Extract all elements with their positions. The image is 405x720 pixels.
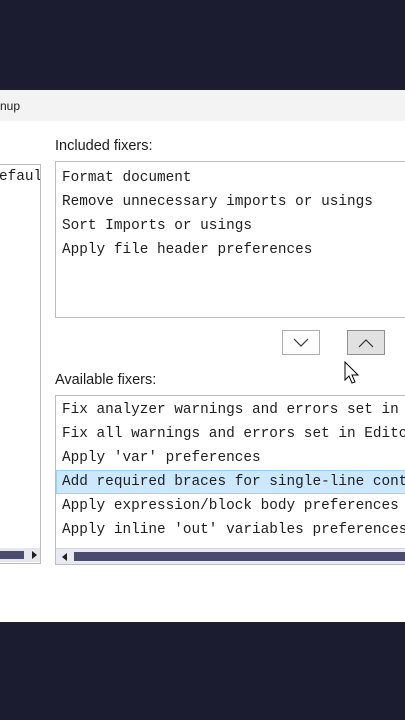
available-fixer-item[interactable]: Fix analyzer warnings and errors set in — [56, 398, 405, 422]
available-fixer-item-selected[interactable]: Add required braces for single-line cont — [56, 470, 405, 494]
available-fixer-item[interactable]: Apply expression/block body preferences — [56, 494, 405, 518]
available-list-scroll-thumb[interactable] — [74, 552, 405, 561]
chevron-down-icon — [293, 338, 309, 347]
available-fixers-label: Available fixers: — [55, 372, 157, 388]
included-fixer-item[interactable]: Sort Imports or usings — [56, 214, 405, 238]
included-fixer-item[interactable]: Apply file header preferences — [56, 238, 405, 262]
profile-list-item[interactable]: efault — [0, 169, 40, 185]
scroll-right-icon[interactable] — [32, 551, 37, 559]
backdrop-top — [0, 0, 405, 90]
profile-list-scroll-thumb[interactable] — [0, 551, 24, 559]
scroll-left-icon[interactable] — [62, 553, 67, 561]
backdrop-bottom — [0, 622, 405, 720]
mouse-cursor-icon — [344, 361, 360, 384]
chevron-up-icon — [358, 338, 374, 347]
available-fixer-item[interactable]: Fix all warnings and errors set in Edito — [56, 422, 405, 446]
dialog-titlebar: nup — [0, 90, 405, 121]
dialog-title: nup — [0, 99, 21, 113]
move-up-button[interactable] — [347, 330, 385, 355]
included-fixer-item[interactable]: Format document — [56, 166, 405, 190]
included-fixers-list[interactable]: Format document Remove unnecessary impor… — [55, 161, 405, 318]
move-down-button[interactable] — [282, 330, 320, 355]
available-fixer-item[interactable]: Apply 'var' preferences — [56, 446, 405, 470]
included-fixer-item[interactable]: Remove unnecessary imports or usings — [56, 190, 405, 214]
available-fixers-list[interactable]: Fix analyzer warnings and errors set in … — [55, 395, 405, 565]
profile-list[interactable]: efault — [0, 164, 41, 564]
profile-list-hscrollbar[interactable] — [0, 548, 40, 562]
available-list-hscrollbar[interactable] — [56, 548, 405, 564]
available-fixer-item[interactable]: Apply inline 'out' variables preferences — [56, 518, 405, 542]
included-fixers-label: Included fixers: — [55, 138, 153, 154]
